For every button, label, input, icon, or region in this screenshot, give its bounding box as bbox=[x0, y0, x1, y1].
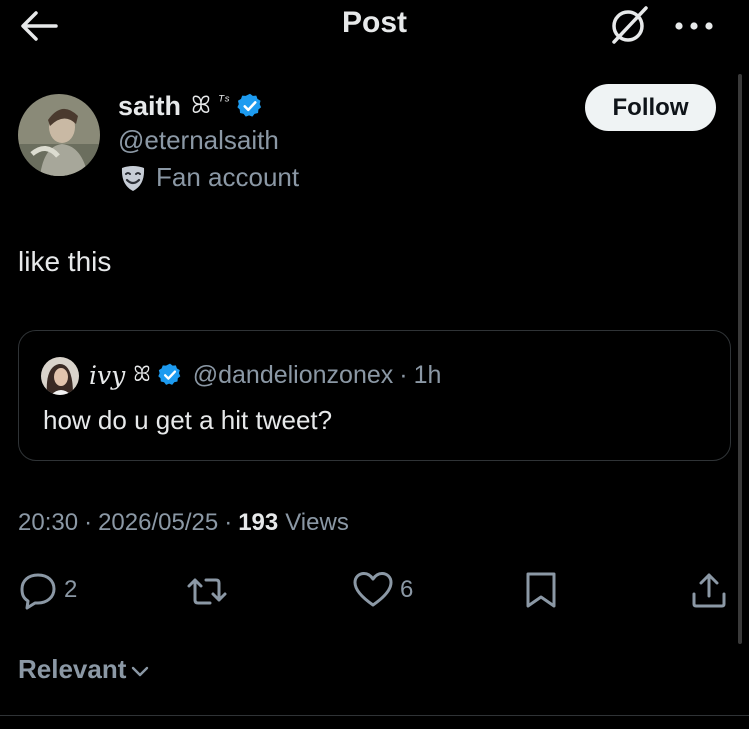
replies-sort-dropdown[interactable]: Relevant bbox=[18, 654, 150, 685]
quoted-author-symbol: ꕤ bbox=[133, 363, 151, 386]
post-meta: 20:30 · 2026/05/25 · 193 Views bbox=[18, 509, 349, 537]
quoted-separator: · bbox=[399, 360, 408, 389]
scrollbar[interactable] bbox=[738, 74, 742, 644]
retweet-button[interactable] bbox=[186, 569, 234, 611]
author-name-symbol: ꕤ bbox=[191, 92, 211, 119]
follow-button[interactable]: Follow bbox=[585, 84, 716, 131]
replies-sort-label: Relevant bbox=[18, 654, 127, 684]
quoted-author-row: ivy ꕤ @dandelionzonex · 1h bbox=[89, 358, 441, 392]
chevron-down-icon bbox=[132, 666, 149, 676]
verified-badge-icon bbox=[236, 92, 264, 120]
post-text: like this bbox=[18, 246, 112, 277]
author-handle[interactable]: @eternalsaith bbox=[118, 125, 279, 156]
more-horizontal-icon bbox=[675, 22, 713, 30]
quoted-author-handle: @dandelionzonex bbox=[192, 360, 394, 389]
author-label: Fan account bbox=[118, 162, 299, 193]
more-options-button[interactable] bbox=[672, 12, 716, 40]
quoted-author-avatar bbox=[41, 357, 79, 395]
author-avatar[interactable] bbox=[18, 94, 100, 176]
quoted-timestamp: 1h bbox=[413, 360, 442, 389]
share-icon bbox=[692, 573, 726, 608]
post-time: 20:30 bbox=[18, 509, 79, 536]
reply-button[interactable]: 2 bbox=[18, 569, 77, 611]
reply-icon bbox=[20, 573, 56, 610]
heart-icon bbox=[353, 572, 393, 607]
divider bbox=[0, 715, 749, 716]
reply-count: 2 bbox=[64, 576, 78, 603]
meta-separator: · bbox=[224, 509, 233, 536]
grok-button[interactable] bbox=[606, 4, 652, 46]
quoted-post-text: how do u get a hit tweet? bbox=[43, 405, 333, 435]
views-count: 193 bbox=[238, 509, 279, 536]
bookmark-button[interactable] bbox=[524, 569, 558, 611]
views-label[interactable]: Views bbox=[285, 509, 349, 537]
meta-separator: · bbox=[84, 509, 93, 536]
quoted-post[interactable] bbox=[18, 330, 731, 461]
bookmark-icon bbox=[526, 572, 556, 608]
retweet-icon bbox=[187, 578, 227, 605]
theater-mask-icon bbox=[118, 163, 148, 193]
author-name-mark: ᵀˢ bbox=[218, 92, 231, 108]
like-button[interactable]: 6 bbox=[352, 569, 413, 611]
post-date: 2026/05/25 bbox=[98, 509, 219, 536]
share-button[interactable] bbox=[690, 569, 728, 611]
author-label-text: Fan account bbox=[156, 162, 300, 192]
quoted-author-name: ivy bbox=[89, 360, 126, 390]
author-name[interactable]: saith bbox=[118, 91, 181, 122]
author-name-row: saith ꕤ ᵀˢ bbox=[118, 89, 264, 123]
like-count: 6 bbox=[400, 576, 414, 603]
verified-badge-icon bbox=[157, 362, 183, 388]
grok-icon bbox=[612, 6, 648, 44]
